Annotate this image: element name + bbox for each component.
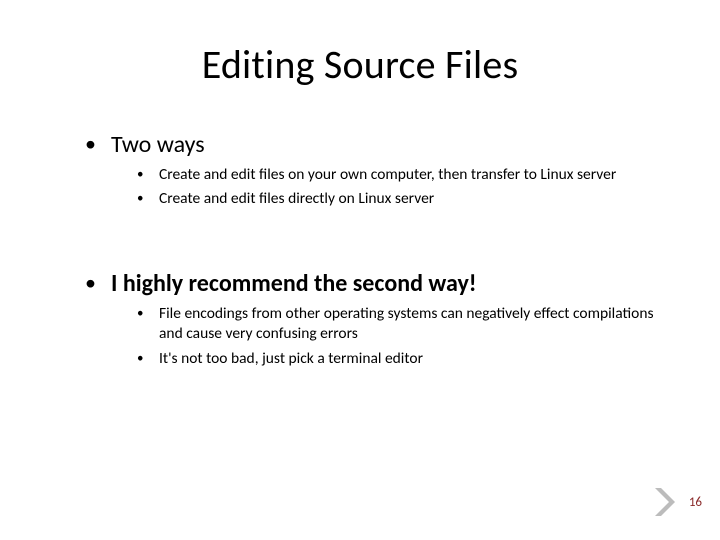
sub-bullet-list: • Create and edit files on your own comp… <box>137 165 660 209</box>
bullet-text: Create and edit files on your own comput… <box>159 165 616 185</box>
bullet-dot: • <box>85 269 111 297</box>
bullet-dot: • <box>137 304 159 324</box>
sub-bullet-list: • File encodings from other operating sy… <box>137 304 660 368</box>
bullet-dot: • <box>137 349 159 369</box>
slide: Editing Source Files • Two ways • Create… <box>0 0 720 540</box>
slide-title: Editing Source Files <box>0 40 720 89</box>
page-number: 16 <box>689 495 702 510</box>
bullet-dot: • <box>137 165 159 185</box>
bullet-level2: • It's not too bad, just pick a terminal… <box>137 349 660 369</box>
bullet-text: It's not too bad, just pick a terminal e… <box>159 349 423 369</box>
chevron-right-icon <box>652 486 678 518</box>
bullet-dot: • <box>137 189 159 209</box>
bullet-level2: • Create and edit files directly on Linu… <box>137 189 660 209</box>
bullet-level2: • File encodings from other operating sy… <box>137 304 660 344</box>
slide-body: • Two ways • Create and edit files on yo… <box>85 130 660 403</box>
bullet-level1: • I highly recommend the second way! <box>85 269 660 298</box>
bullet-text: Create and edit files directly on Linux … <box>159 189 434 209</box>
bullet-text: Two ways <box>111 130 205 159</box>
bullet-text: File encodings from other operating syst… <box>159 304 660 344</box>
bullet-text: I highly recommend the second way! <box>111 269 477 298</box>
bullet-level1: • Two ways <box>85 130 660 159</box>
spacer <box>85 243 660 269</box>
bullet-dot: • <box>85 130 111 158</box>
bullet-level2: • Create and edit files on your own comp… <box>137 165 660 185</box>
